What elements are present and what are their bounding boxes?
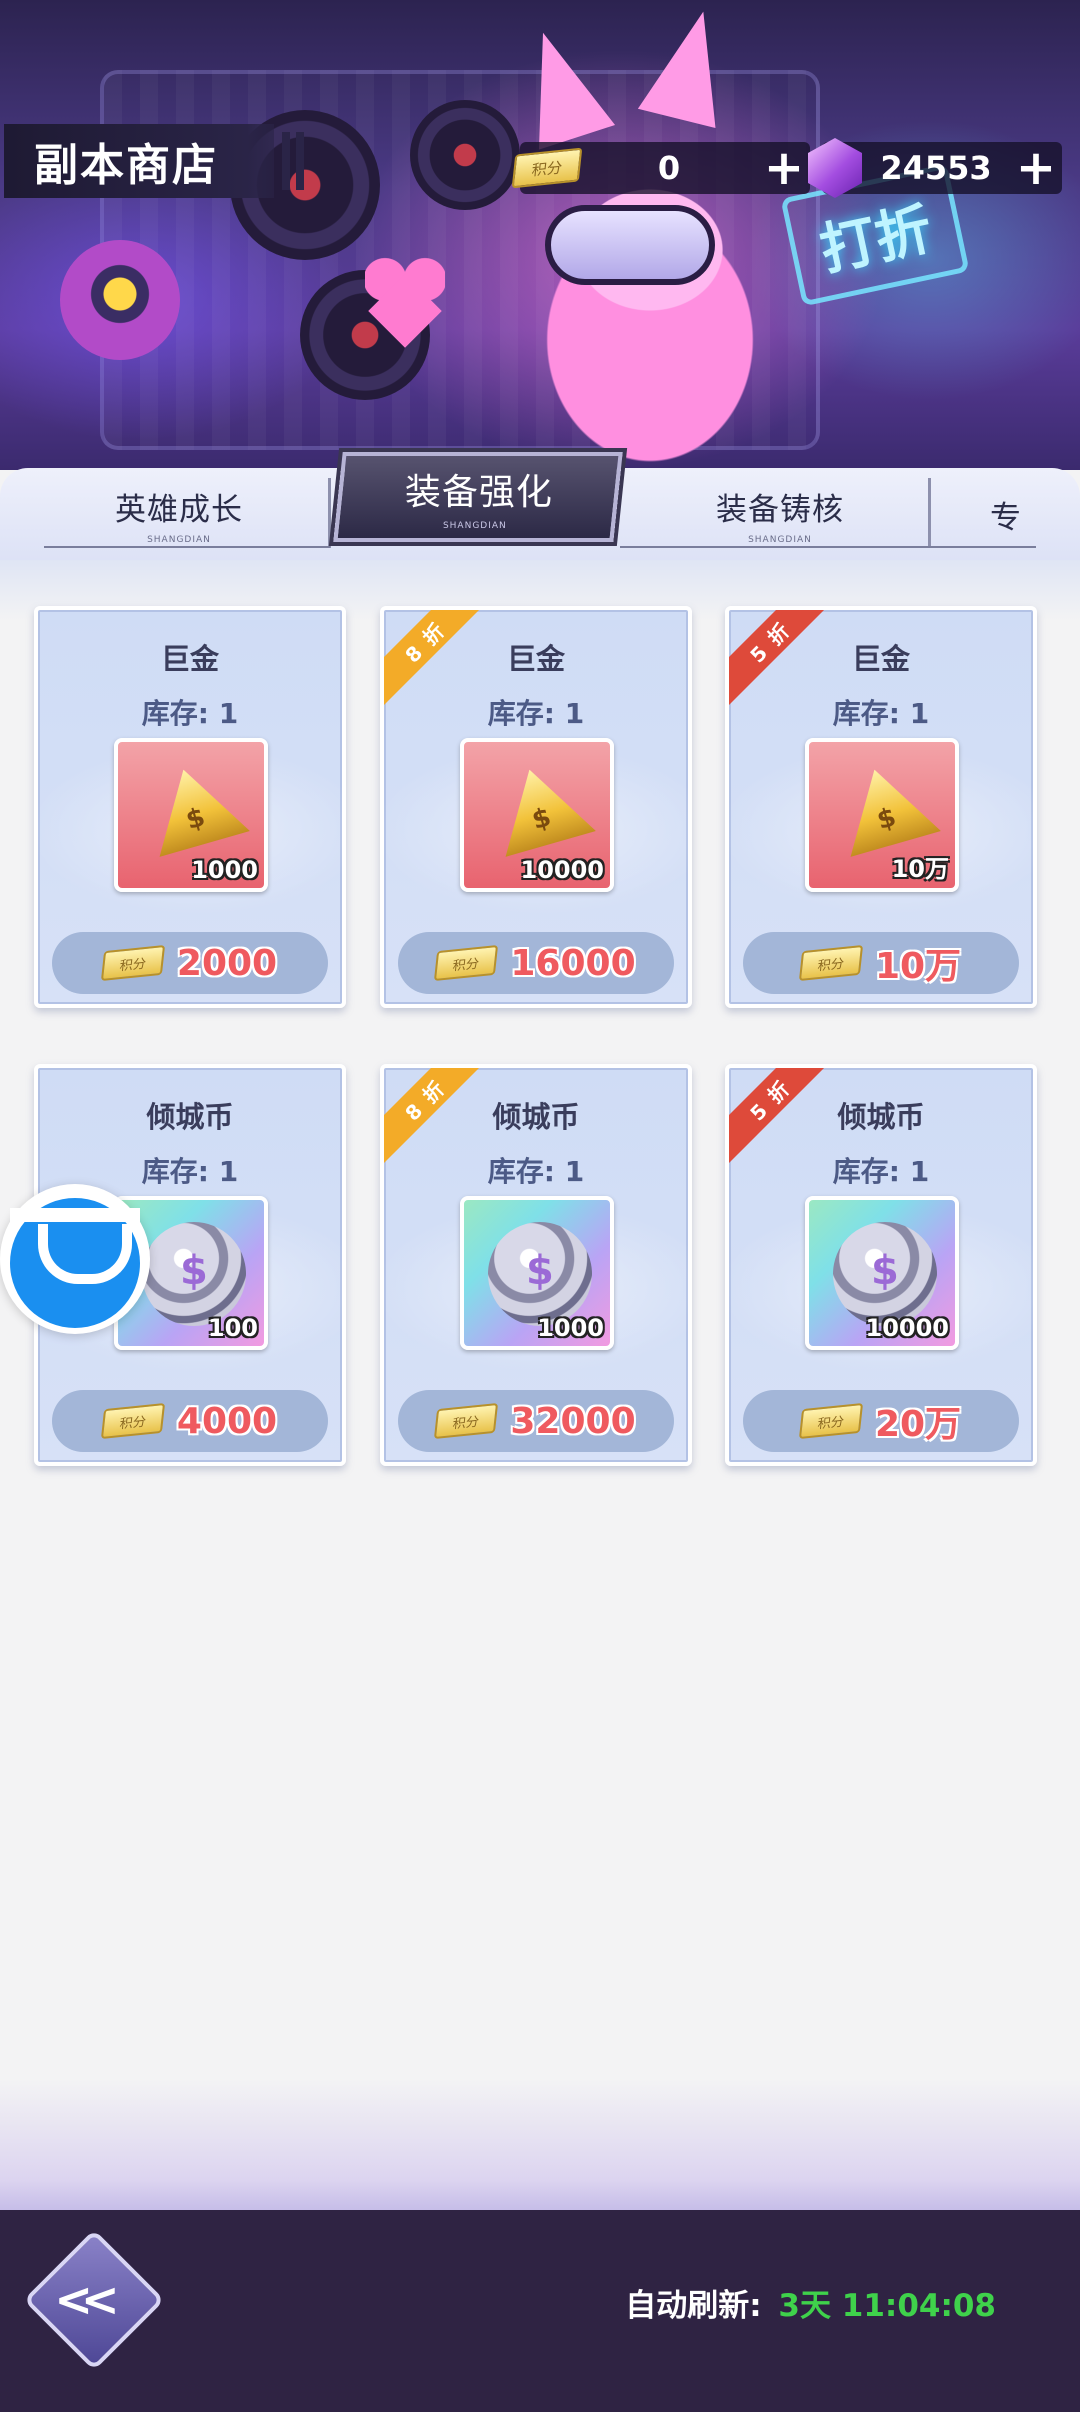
- item-stock: 库存: 1: [141, 697, 239, 730]
- buy-button[interactable]: 积分 2000: [52, 932, 328, 994]
- price-currency-label: 积分: [452, 956, 481, 974]
- tab-label: 装备强化: [404, 472, 553, 513]
- tab-sublabel: SHANGDIAN: [748, 534, 812, 545]
- points-ticket-icon: 积分: [798, 944, 864, 982]
- points-ticket-icon: 积分: [434, 1402, 499, 1440]
- shop-item-card[interactable]: 8 折 巨金 库存: 1 10000 积分 16000: [380, 606, 692, 1008]
- item-name: 倾城币: [146, 1100, 234, 1134]
- gold-triangle-icon: [138, 757, 252, 864]
- item-price: 32000: [510, 1400, 636, 1442]
- price-currency-label: 积分: [816, 1414, 845, 1432]
- price-currency-label: 积分: [816, 956, 845, 974]
- shopping-bag-icon: [10, 1198, 140, 1328]
- points-value: 0: [657, 149, 681, 187]
- item-name: 倾城币: [492, 1100, 580, 1134]
- points-ticket-icon: 积分: [434, 944, 499, 982]
- add-points-button[interactable]: +: [758, 144, 810, 192]
- points-balance: 积分 0 +: [511, 142, 810, 194]
- points-ticket-icon: 积分: [511, 147, 583, 189]
- silver-coin-icon: [142, 1222, 246, 1326]
- tab-separator: [928, 478, 931, 548]
- item-name: 倾城币: [837, 1100, 925, 1134]
- item-icon-box: 10万: [805, 738, 959, 892]
- back-button[interactable]: <<: [23, 2229, 165, 2371]
- item-quantity: 10000: [520, 856, 605, 884]
- buy-button[interactable]: 积分 4000: [52, 1390, 328, 1452]
- buy-button[interactable]: 积分 10万: [743, 932, 1019, 994]
- tab-label: 装备铸核: [716, 491, 844, 528]
- item-price: 4000: [176, 1400, 278, 1442]
- buy-button[interactable]: 积分 20万: [743, 1390, 1019, 1452]
- page-title: 副本商店: [34, 140, 218, 191]
- item-name: 巨金: [506, 642, 565, 676]
- item-stock: 库存: 1: [832, 697, 930, 730]
- tab-sublabel: SHANGDIAN: [147, 534, 211, 545]
- item-quantity: 1000: [191, 856, 258, 884]
- item-name: 巨金: [851, 642, 910, 676]
- price-currency-label: 积分: [118, 956, 147, 974]
- item-name: 巨金: [160, 642, 219, 676]
- silver-coin-icon: [488, 1222, 592, 1326]
- item-price: 16000: [510, 942, 636, 984]
- item-quantity: 10万: [891, 855, 949, 883]
- item-price: 10万: [874, 946, 962, 987]
- silver-coin-icon: [833, 1222, 937, 1326]
- refresh-label: 自动刷新:: [625, 2288, 762, 2324]
- gems-balance: 24553 +: [808, 138, 1062, 198]
- item-icon-box: 10000: [805, 1196, 959, 1350]
- double-chevron-left-icon: <<: [54, 2272, 108, 2327]
- points-ticket-icon: 积分: [798, 1402, 864, 1440]
- price-currency-label: 积分: [118, 1414, 147, 1432]
- item-stock: 库存: 1: [487, 697, 585, 730]
- item-icon-box: 1000: [460, 1196, 614, 1350]
- tab-label: 英雄成长: [115, 491, 243, 528]
- tab-equipment-enhance[interactable]: 装备强化 SHANGDIAN: [333, 452, 623, 542]
- auto-refresh-timer: 自动刷新: 3天 11:04:08: [625, 2280, 996, 2325]
- gold-triangle-icon: [829, 757, 943, 864]
- shop-item-grid: 巨金 库存: 1 1000 积分 2000 8 折 巨金 库存: 1 10000…: [0, 560, 1080, 2210]
- shop-banner: 打折: [0, 0, 1080, 470]
- floating-shop-bag-button[interactable]: [0, 1184, 150, 1334]
- points-ticket-icon: 积分: [100, 944, 165, 982]
- shop-item-card[interactable]: 5 折 巨金 库存: 1 10万 积分 10万: [725, 606, 1037, 1008]
- item-price: 20万: [874, 1404, 962, 1445]
- points-ticket-icon: 积分: [100, 1402, 165, 1440]
- shop-item-card[interactable]: 8 折 倾城币 库存: 1 1000 积分 32000: [380, 1064, 692, 1466]
- tab-separator: [328, 478, 331, 548]
- add-gems-button[interactable]: +: [1010, 144, 1062, 192]
- gems-value: 24553: [880, 149, 992, 187]
- gold-triangle-icon: [484, 757, 598, 864]
- item-price: 2000: [176, 942, 278, 984]
- buy-button[interactable]: 积分 32000: [398, 1390, 674, 1452]
- tab-sublabel: SHANGDIAN: [443, 521, 507, 531]
- mascot-goggles: [545, 205, 715, 285]
- item-quantity: 100: [207, 1314, 258, 1342]
- item-stock: 库存: 1: [487, 1155, 585, 1188]
- refresh-countdown: 3天 11:04:08: [778, 2288, 996, 2324]
- item-quantity: 10000: [865, 1314, 950, 1342]
- robot-mascot-icon: [60, 240, 180, 360]
- shop-item-card[interactable]: 5 折 倾城币 库存: 1 10000 积分 20万: [725, 1064, 1037, 1466]
- tab-underline: [620, 546, 1036, 548]
- title-plate: 副本商店: [4, 124, 290, 198]
- buy-button[interactable]: 积分 16000: [398, 932, 674, 994]
- item-icon-box: 1000: [114, 738, 268, 892]
- points-ticket-label: 积分: [530, 157, 564, 180]
- item-stock: 库存: 1: [832, 1155, 930, 1188]
- item-icon-box: 10000: [460, 738, 614, 892]
- footer-bar: << 自动刷新: 3天 11:04:08: [0, 2210, 1080, 2412]
- tab-underline: [44, 546, 330, 548]
- tab-label: 专: [990, 499, 1022, 536]
- shop-item-card[interactable]: 巨金 库存: 1 1000 积分 2000: [34, 606, 346, 1008]
- item-quantity: 1000: [537, 1314, 604, 1342]
- pixel-heart-icon: [365, 255, 445, 325]
- price-currency-label: 积分: [452, 1414, 481, 1432]
